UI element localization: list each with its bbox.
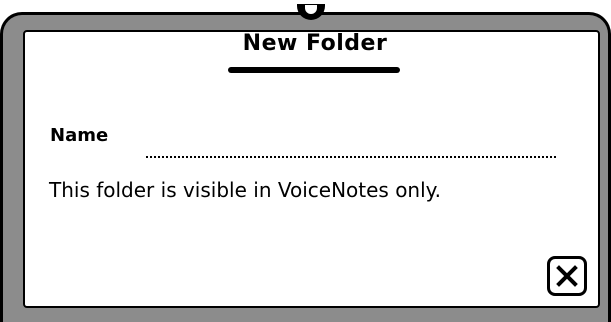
- name-field[interactable]: [146, 140, 556, 158]
- title-underline: [228, 67, 400, 73]
- dialog-title: New Folder: [242, 31, 388, 56]
- new-folder-slip: New Folder Name This folder is visible i…: [0, 0, 611, 322]
- info-text: This folder is visible in VoiceNotes onl…: [49, 178, 442, 202]
- close-icon: [556, 265, 578, 287]
- close-button[interactable]: [547, 256, 587, 296]
- name-label: Name: [50, 125, 109, 146]
